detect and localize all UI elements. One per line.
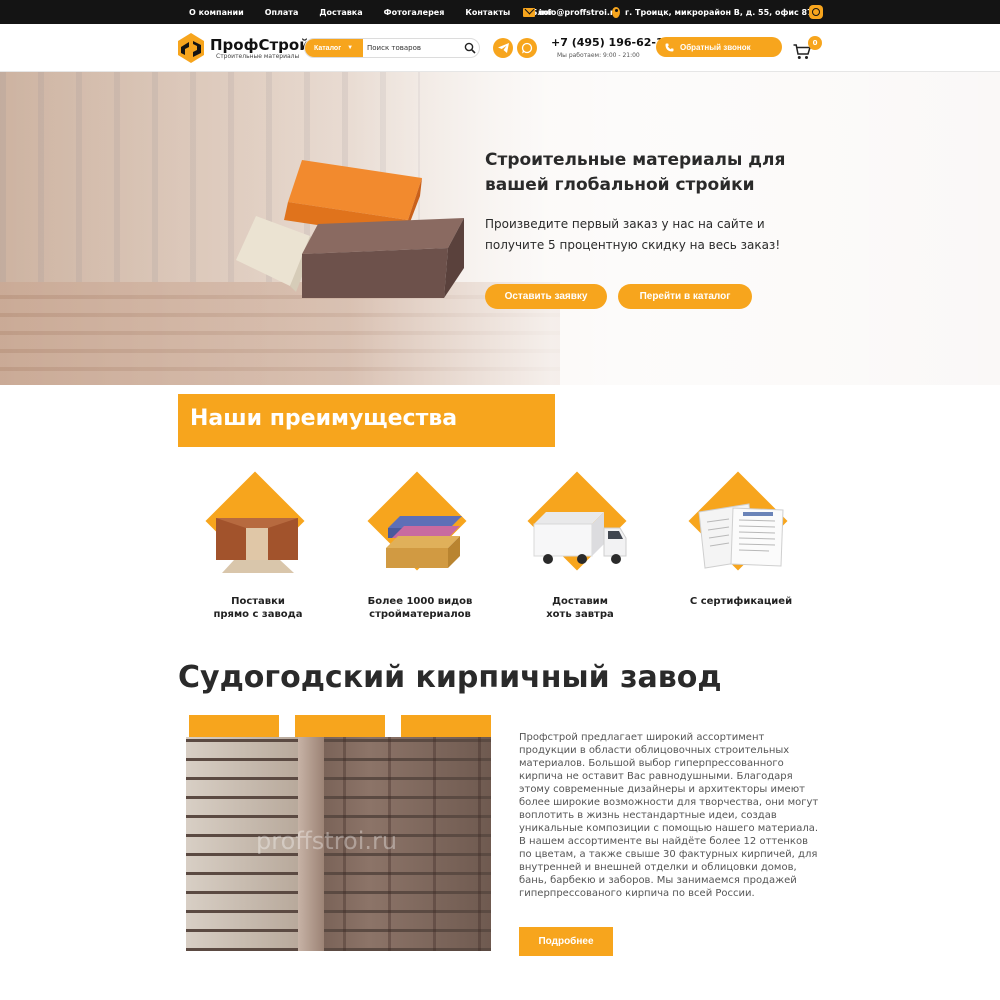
advantage-item: С сертификацией [681,471,801,626]
nav-link-contacts[interactable]: Контакты [465,8,510,17]
logo-name[interactable]: ПрофСтрой [210,36,310,54]
nav-link-about[interactable]: О компании [189,8,244,17]
advantage-item: Более 1000 видов стройматериалов [360,471,480,626]
phone-icon [665,43,674,51]
nav-link-payment[interactable]: Оплата [265,8,299,17]
callback-button[interactable]: Обратный звонок [656,37,782,57]
more-button[interactable]: Подробнее [519,927,613,956]
image-tab[interactable] [189,715,279,737]
callback-label: Обратный звонок [680,42,751,52]
truck-icon [533,512,627,564]
address: г. Троицк, микрорайон В, д. 55, офис 87 [612,0,813,24]
search-bar: Каталог ▼ [304,38,480,58]
nav-link-gallery[interactable]: Фотогалерея [384,8,445,17]
phone-number[interactable]: +7 (495) 196-62-15 [551,36,671,49]
advantage-label: Доставим хоть завтра [546,596,614,620]
top-bar: О компании Оплата Доставка Фотогалерея К… [0,0,1000,24]
working-hours: Мы работаем: 9:00 - 21:00 [557,52,640,59]
hero-text: Произведите первый заказ у нас на сайте … [485,217,781,252]
logo-icon[interactable] [178,33,204,63]
address-text: г. Троицк, микрорайон В, д. 55, офис 87 [625,7,813,17]
search-input[interactable] [367,39,457,57]
leave-request-button[interactable]: Оставить заявку [485,284,607,309]
instagram-icon[interactable] [809,5,823,19]
watermark: proffstroi.ru [256,827,398,855]
advantage-label: Поставки прямо с завода [213,596,303,620]
bricks-image [236,160,464,298]
email-text: info@proffstroi.ru [539,7,620,17]
top-nav: О компании Оплата Доставка Фотогалерея К… [189,0,574,24]
location-pin-icon [612,6,620,18]
chevron-down-icon: ▼ [347,45,354,51]
whatsapp-icon[interactable] [517,38,537,58]
hero-title: Строительные материалы для вашей глобаль… [485,150,786,195]
telegram-icon[interactable] [493,38,513,58]
header: ПрофСтрой Строительные материалы Каталог… [0,24,1000,72]
brick-wall-image: proffstroi.ru [186,737,491,951]
image-tab[interactable] [401,715,491,737]
mail-icon [523,7,535,17]
advantage-label: С сертификацией [689,596,793,607]
logo-subtitle: Строительные материалы [216,53,300,60]
factory-description: Профстрой предлагает широкий ассортимент… [519,732,819,899]
factory-icon [216,518,298,573]
catalog-dropdown-button[interactable]: Каталог ▼ [305,39,363,57]
advantage-label: Более 1000 видов стройматериалов [367,596,473,620]
bricks-icon [386,516,462,568]
image-tab[interactable] [295,715,385,737]
factory-title: Судогодский кирпичный завод [178,660,722,695]
advantage-item: Доставим хоть завтра [520,471,640,626]
email-link[interactable]: info@proffstroi.ru [523,0,620,24]
advantage-item: Поставки прямо с завода [198,471,318,626]
advantages-title: Наши преимущества [190,406,458,431]
catalog-label: Каталог [314,44,342,52]
certificate-icon [698,503,784,569]
cart-count-badge: 0 [808,36,822,50]
hero-banner: Строительные материалы для вашей глобаль… [0,72,1000,385]
nav-link-delivery[interactable]: Доставка [319,8,362,17]
search-icon[interactable] [464,42,476,54]
go-to-catalog-button[interactable]: Перейти в каталог [618,284,752,309]
advantages-header: Наши преимущества [178,394,555,447]
